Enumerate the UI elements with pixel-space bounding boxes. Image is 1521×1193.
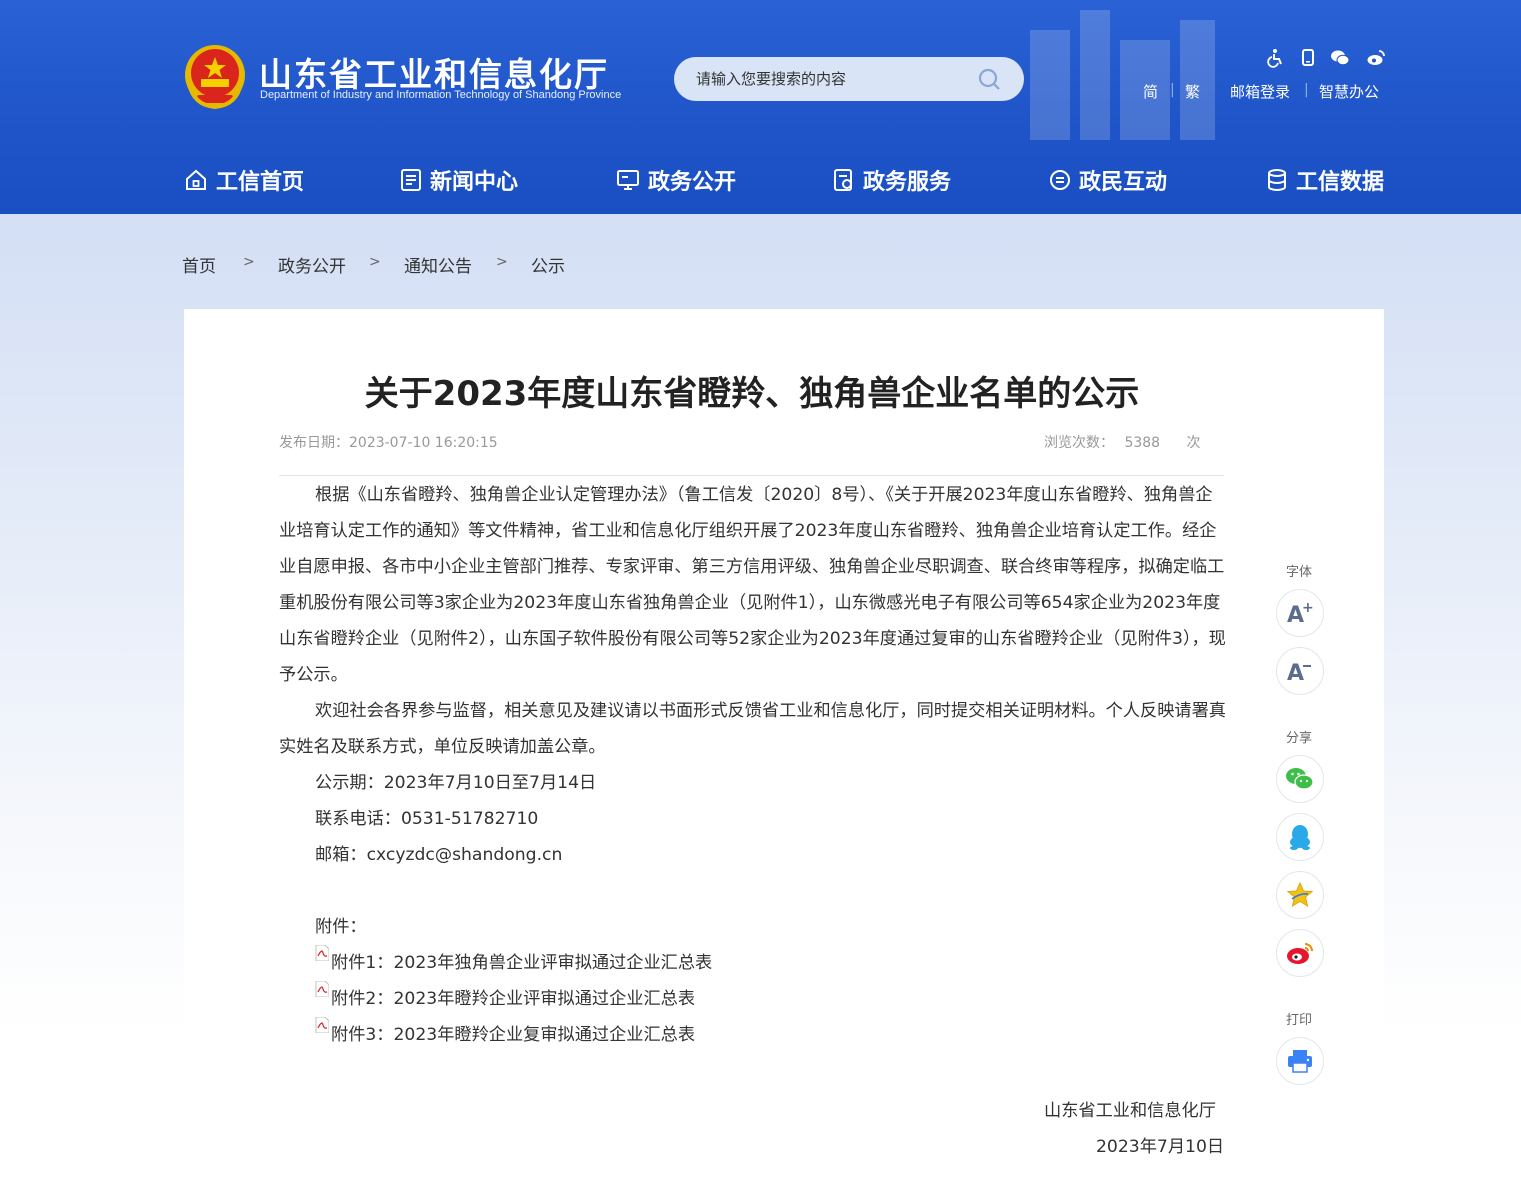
svg-text:A: A	[1287, 661, 1304, 684]
attachment-link-2[interactable]: 附件2：2023年瞪羚企业评审拟通过企业汇总表	[315, 981, 695, 1017]
nav-label: 政民互动	[1079, 170, 1168, 195]
article-paragraph-2: 欢迎社会各界参与监督，相关意见及建议请以书面形式反馈省工业和信息化厅，同时提交相…	[279, 701, 1226, 757]
font-label: 字体	[1286, 565, 1313, 580]
title-divider	[279, 475, 1224, 476]
attachment-link-3[interactable]: 附件3：2023年瞪羚企业复审拟通过企业汇总表	[315, 1017, 695, 1053]
share-favorite-button[interactable]	[1276, 871, 1324, 919]
font-increase-button[interactable]: A +	[1276, 589, 1324, 637]
attachment-title[interactable]: 附件2：2023年瞪羚企业评审拟通过企业汇总表	[331, 989, 695, 1009]
font-decrease-icon: A	[1287, 661, 1311, 684]
search-icon[interactable]	[976, 66, 1002, 92]
contact-phone: 联系电话：0531-51782710	[315, 809, 539, 829]
nav-item-gov-open[interactable]: 政务公开	[616, 164, 736, 196]
breadcrumb-current: 公示	[531, 257, 565, 277]
nav-label: 新闻中心	[430, 170, 519, 195]
publish-date: 发布日期：2023-07-10 16:20:15	[279, 432, 498, 452]
weibo-icon	[1287, 943, 1313, 964]
attachment-title[interactable]: 附件3：2023年瞪羚企业复审拟通过企业汇总表	[331, 1025, 695, 1045]
link-separator: |	[1170, 82, 1175, 98]
breadcrumb-gov-open[interactable]: 政务公开	[278, 252, 346, 277]
monitor-icon	[617, 170, 639, 190]
publish-value: 2023-07-10 16:20:15	[349, 435, 498, 451]
national-emblem-icon	[185, 45, 245, 110]
article-title: 关于2023年度山东省瞪羚、独角兽企业名单的公示	[364, 374, 1140, 414]
breadcrumb-sep: >	[243, 254, 255, 270]
print-label: 打印	[1286, 1013, 1313, 1028]
share-label: 分享	[1286, 731, 1313, 746]
wechat-icon[interactable]	[1330, 48, 1350, 68]
views-unit: 次	[1186, 435, 1201, 451]
signature-org: 山东省工业和信息化厅	[1044, 1101, 1216, 1121]
contact-email: 邮箱：cxcyzdc@shandong.cn	[315, 845, 563, 865]
nav-label: 工信首页	[216, 170, 305, 195]
print-button[interactable]	[1276, 1037, 1324, 1085]
mobile-icon[interactable]	[1298, 48, 1318, 68]
traditional-link[interactable]: 繁	[1185, 81, 1200, 102]
breadcrumb-home[interactable]: 首页	[182, 252, 216, 277]
search-input[interactable]	[696, 57, 976, 101]
share-weibo-button[interactable]	[1276, 929, 1324, 977]
search-box[interactable]	[674, 57, 1024, 101]
link-separator: |	[1304, 82, 1309, 98]
font-increase-icon: A +	[1287, 600, 1314, 626]
database-icon	[1268, 169, 1286, 191]
breadcrumb-sep: >	[496, 254, 508, 270]
weibo-icon[interactable]	[1366, 48, 1386, 68]
attachment-title[interactable]: 附件1：2023年独角兽企业评审拟通过企业汇总表	[331, 953, 712, 973]
signature-date: 2023年7月10日	[1096, 1137, 1225, 1157]
qq-icon	[1290, 825, 1310, 850]
printer-icon	[1288, 1050, 1312, 1073]
pdf-icon	[315, 945, 329, 961]
service-icon	[834, 169, 852, 191]
publish-label: 发布日期：	[279, 435, 349, 451]
views-label: 浏览次数：	[1044, 435, 1114, 451]
views-value: 5388	[1124, 435, 1161, 451]
chat-icon	[1050, 170, 1070, 190]
pdf-icon	[315, 1017, 329, 1033]
breadcrumb-sep: >	[369, 254, 381, 270]
home-icon	[186, 169, 206, 190]
site-subtitle: Department of Industry and Information T…	[260, 89, 622, 101]
simplified-link[interactable]: 简	[1143, 81, 1158, 102]
nav-item-home[interactable]: 工信首页	[184, 164, 304, 196]
star-icon	[1286, 881, 1314, 908]
news-icon	[401, 169, 421, 191]
nav-item-interaction[interactable]: 政民互动	[1049, 164, 1167, 196]
smart-office-link[interactable]: 智慧办公	[1319, 81, 1379, 102]
share-qq-button[interactable]	[1276, 813, 1324, 861]
wechat-icon	[1286, 768, 1314, 790]
attachment-link-1[interactable]: 附件1：2023年独角兽企业评审拟通过企业汇总表	[315, 945, 712, 981]
header-decoration	[1030, 10, 1215, 140]
svg-text:+: +	[1302, 600, 1314, 616]
nav-item-news[interactable]: 新闻中心	[400, 164, 518, 196]
nav-item-data[interactable]: 工信数据	[1266, 164, 1384, 196]
attachments-label: 附件：	[315, 917, 367, 937]
nav-label: 工信数据	[1296, 170, 1385, 195]
publicity-period: 公示期：2023年7月10日至7月14日	[315, 773, 597, 793]
nav-label: 政务服务	[863, 170, 952, 195]
font-decrease-button[interactable]: A	[1276, 647, 1324, 695]
view-count: 浏览次数： 5388 次	[1044, 432, 1201, 452]
share-wechat-button[interactable]	[1276, 755, 1324, 803]
pdf-icon	[315, 981, 329, 997]
accessibility-icon[interactable]	[1265, 48, 1285, 68]
article-paragraph-1: 根据《山东省瞪羚、独角兽企业认定管理办法》（鲁工信发〔2020〕8号）、《关于开…	[279, 485, 1226, 685]
mail-login-link[interactable]: 邮箱登录	[1230, 81, 1290, 102]
breadcrumb-notices[interactable]: 通知公告	[404, 252, 472, 277]
nav-label: 政务公开	[648, 170, 737, 195]
nav-item-gov-service[interactable]: 政务服务	[833, 164, 951, 196]
